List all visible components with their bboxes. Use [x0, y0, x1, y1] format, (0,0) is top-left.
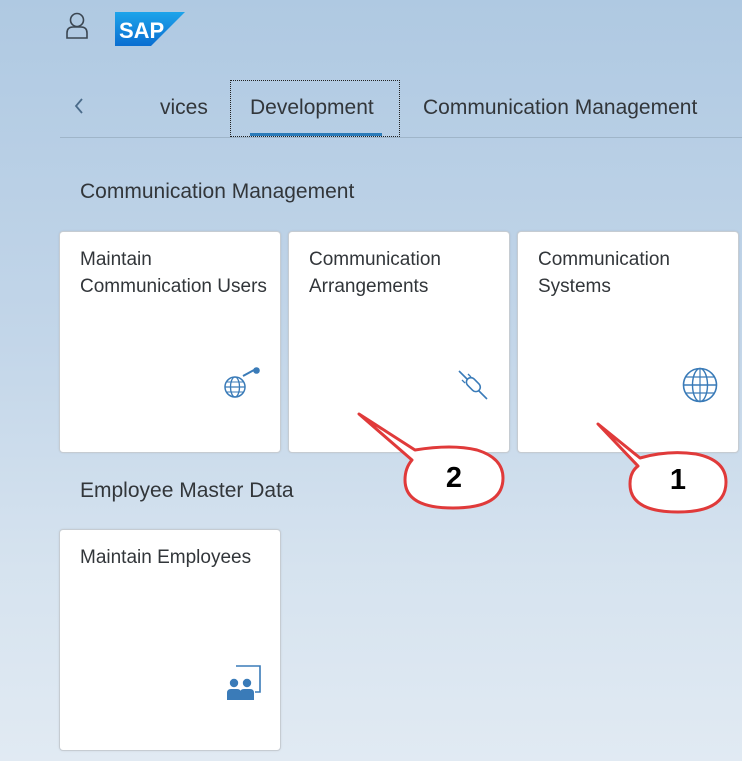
section-title-communication-management: Communication Management: [80, 180, 355, 203]
sap-logo-text: SAP: [119, 18, 164, 43]
tile-title: Maintain Communication Users: [80, 249, 267, 297]
employees-icon: [227, 665, 261, 700]
section-title-employee-master-data: Employee Master Data: [80, 479, 294, 502]
chevron-left-icon: [74, 98, 83, 114]
user-icon[interactable]: [64, 12, 90, 40]
tile-title: Communication Systems: [538, 249, 670, 297]
tile-title: Communication Arrangements: [309, 249, 441, 297]
globe-key-icon: [224, 367, 260, 398]
callout-2-number: 2: [445, 462, 463, 494]
tile-maintain-employees[interactable]: Maintain Employees: [59, 529, 281, 751]
globe-icon: [682, 367, 718, 403]
tab-communication-management[interactable]: Communication Management: [423, 94, 697, 124]
tab-services[interactable]: vices: [160, 94, 208, 124]
callout-1-number: 1: [669, 464, 687, 496]
tile-communication-arrangements[interactable]: Communication Arrangements: [288, 231, 510, 453]
tile-title: Maintain Employees: [80, 547, 252, 568]
tabs-back-button[interactable]: [70, 93, 92, 119]
tile-communication-systems[interactable]: Communication Systems: [517, 231, 739, 453]
connector-icon: [458, 370, 488, 400]
tab-selected-indicator: [250, 133, 382, 136]
tab-bar-divider: [60, 137, 742, 138]
tab-development[interactable]: Development: [250, 94, 374, 124]
sap-logo: SAP: [115, 12, 185, 46]
tile-maintain-communication-users[interactable]: Maintain Communication Users: [59, 231, 281, 453]
